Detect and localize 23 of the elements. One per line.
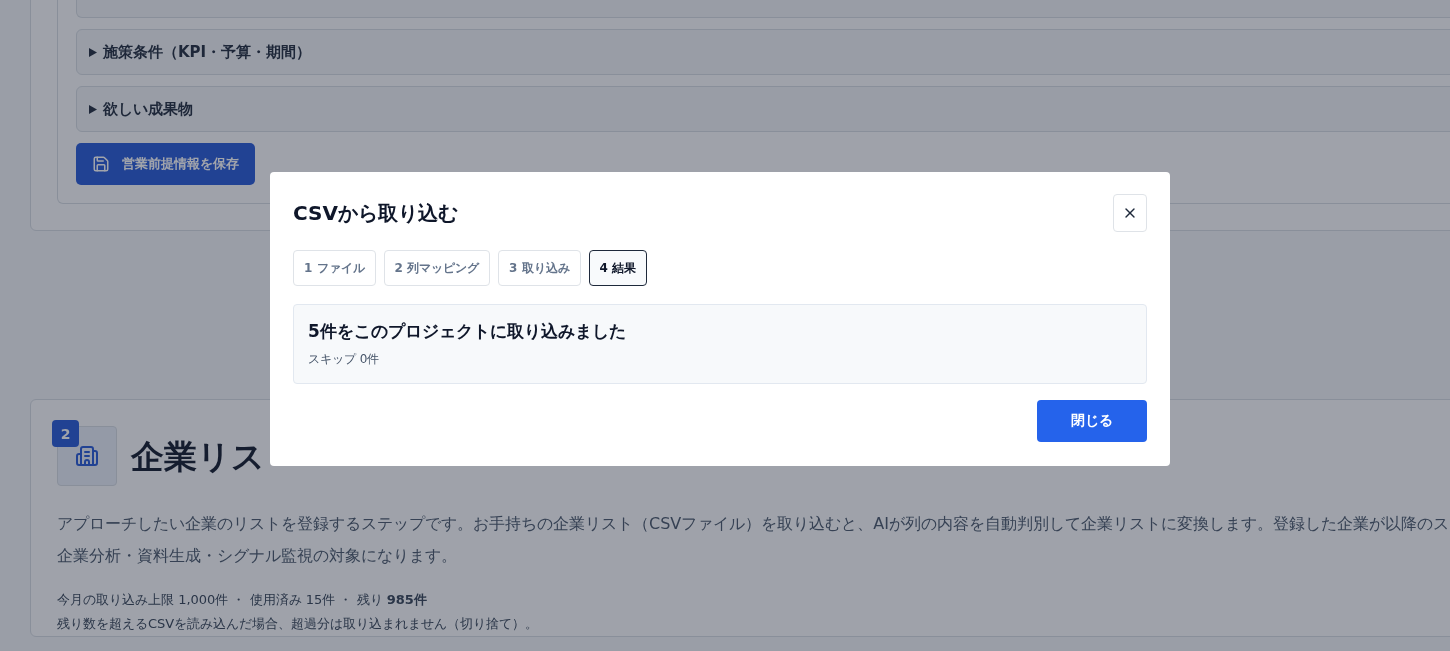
description-text: 企業分析・資料生成・シグナル監視の対象になります。 — [57, 545, 458, 567]
step-tab[interactable]: 3 取り込み — [498, 250, 581, 286]
accordion-label: 欲しい成果物 — [103, 99, 193, 119]
building-icon — [75, 444, 99, 468]
step-tab[interactable]: 1 ファイル — [293, 250, 376, 286]
step-tab[interactable]: 4 結果 — [588, 250, 648, 286]
triangle-icon — [89, 47, 97, 57]
triangle-icon — [89, 104, 97, 114]
note-text: 残り数を超えるCSVを読み込んだ場合、超過分は取り込まれません（切り捨て）。 — [57, 615, 540, 633]
skip-count-text: スキップ 0件 — [308, 351, 381, 368]
accordion-label: 施策条件（KPI・予算・期間） — [103, 42, 312, 62]
quota-text: 今月の取り込み上限 1,000件 ・ 使用済み 15件 ・ 残り 985件 — [57, 591, 428, 609]
dialog-title: CSVから取り込む — [293, 199, 458, 227]
step-number-badge: 2 — [52, 420, 79, 447]
result-heading: 5件をこのプロジェクトに取り込みました — [308, 320, 627, 343]
step-tab[interactable]: 2 列マッピング — [383, 250, 491, 286]
accordion-item[interactable]: 欲しい成果物 — [76, 86, 1450, 132]
section-title: 企業リス — [131, 439, 265, 473]
close-button[interactable] — [1113, 194, 1147, 232]
close-dialog-button[interactable]: 閉じる — [1037, 400, 1147, 442]
description-text: アプローチしたい企業のリストを登録するステップです。お手持ちの企業リスト（CSVファイル）を取り込むと、AIが列の内容を自動判別して企業リストに変換します。登録した企業が以降のス — [57, 513, 1450, 535]
accordion-item[interactable]: 施策条件（KPI・予算・期間） — [76, 29, 1450, 75]
save-button[interactable]: 営業前提情報を保存 — [76, 143, 255, 185]
